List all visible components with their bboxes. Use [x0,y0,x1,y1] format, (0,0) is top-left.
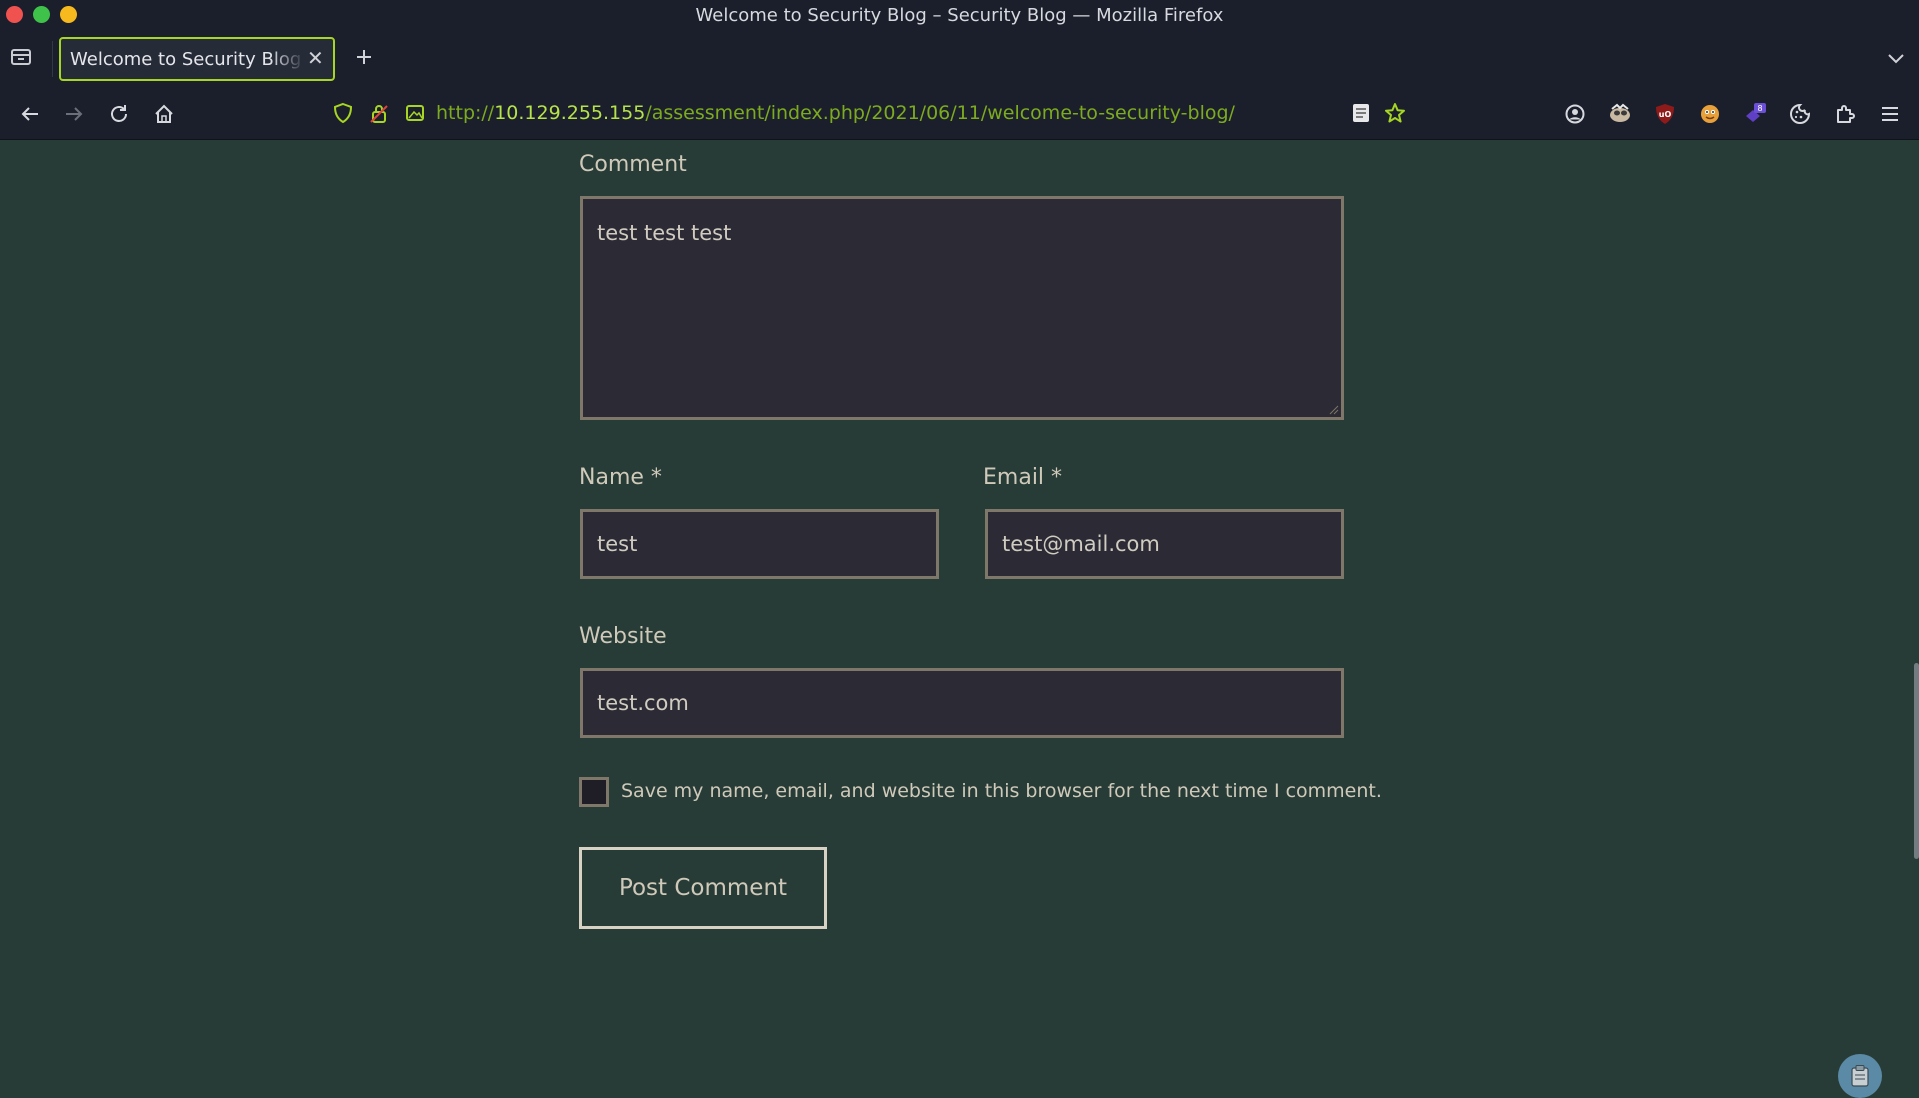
clipboard-icon[interactable] [1838,1054,1882,1098]
save-info-label: Save my name, email, and website in this… [621,780,1382,802]
window-titlebar: Welcome to Security Blog – Security Blog… [0,0,1919,31]
tab-separator [52,41,53,77]
comment-value: test test test [597,221,732,245]
reader-view-icon[interactable] [1350,102,1372,124]
tab-strip: Welcome to Security Blog – Security Blog… [0,31,1919,87]
extension-badge-icon[interactable]: 8 [1741,100,1769,128]
window-title: Welcome to Security Blog – Security Blog… [695,5,1224,26]
page-image-permission-icon[interactable] [404,102,426,124]
firefox-view-icon[interactable] [10,47,38,71]
bookmark-star-icon[interactable] [1384,102,1406,124]
url-bar[interactable]: http://10.129.255.155/assessment/index.p… [320,93,1422,133]
url-text[interactable]: http://10.129.255.155/assessment/index.p… [436,102,1235,124]
extension-badge-count: 8 [1757,104,1762,113]
website-value: test.com [597,691,689,715]
comment-label: Comment [579,152,687,177]
email-value: test@mail.com [1002,532,1160,556]
email-label: Email * [983,465,1063,490]
name-value: test [597,532,638,556]
navigation-toolbar: http://10.129.255.155/assessment/index.p… [0,87,1919,140]
ublock-icon[interactable]: uO [1651,100,1679,128]
name-field[interactable]: test [580,509,939,579]
extensions-puzzle-icon[interactable] [1831,100,1859,128]
tab-close-icon[interactable]: ✕ [307,47,325,69]
tab-title: Welcome to Security Blog – Security Blog [70,49,305,70]
account-icon[interactable] [1561,100,1589,128]
url-scheme: http:// [436,102,495,124]
post-comment-button[interactable]: Post Comment [579,847,827,929]
cookie-icon[interactable] [1786,100,1814,128]
new-tab-button[interactable] [350,44,378,72]
url-host: 10.129.255.155 [494,102,646,124]
reload-icon[interactable] [105,100,133,128]
website-label: Website [579,624,667,649]
extension-cookie-avatar-icon[interactable] [1696,100,1724,128]
resize-handle-icon[interactable] [1327,403,1339,415]
tracking-protection-shield-icon[interactable] [332,102,354,124]
website-field[interactable]: test.com [580,668,1344,738]
email-field[interactable]: test@mail.com [985,509,1344,579]
list-all-tabs-icon[interactable] [1885,47,1907,69]
back-icon[interactable] [16,100,44,128]
page-scrollbar-thumb[interactable] [1914,663,1919,859]
svg-text:uO: uO [1659,110,1672,119]
name-label: Name * [579,465,662,490]
save-info-checkbox[interactable] [579,777,609,807]
comment-textarea[interactable]: test test test [580,196,1344,420]
home-icon[interactable] [150,100,178,128]
insecure-lock-icon[interactable] [368,102,390,124]
extension-burp-icon[interactable] [1606,100,1634,128]
tab-active[interactable]: Welcome to Security Blog – Security Blog… [59,37,335,81]
url-path: /assessment/index.php/2021/06/11/welcome… [645,102,1235,124]
menu-icon[interactable] [1876,100,1904,128]
page-content: Comment test test test Name * test Email… [0,140,1919,1098]
forward-icon[interactable] [60,100,88,128]
